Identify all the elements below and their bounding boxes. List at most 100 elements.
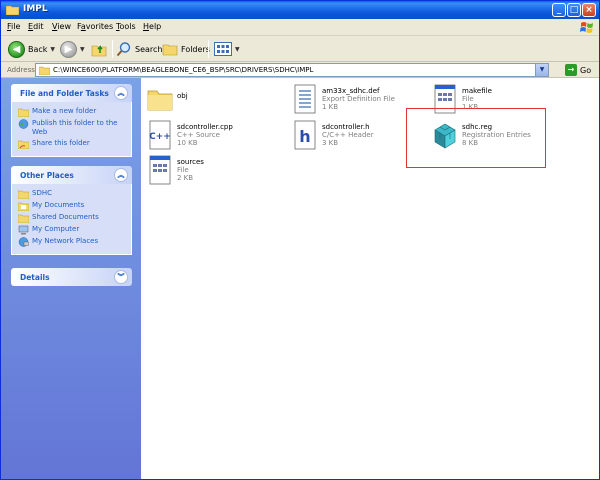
file-name: sources bbox=[177, 158, 204, 166]
explorer-window: IMPL _ □ × File Edit View Favorites Tool… bbox=[0, 0, 600, 480]
details-header[interactable]: Details ︾ bbox=[11, 268, 132, 286]
file-item-sdcontroller-cpp[interactable]: C++ sdcontroller.cpp C++ Source 10 KB bbox=[141, 117, 291, 153]
share-folder-icon bbox=[18, 140, 29, 149]
forward-button[interactable]: ▶ ▼ bbox=[60, 39, 85, 59]
go-label: Go bbox=[580, 65, 592, 75]
generic-file-icon bbox=[149, 155, 171, 185]
folders-button[interactable]: Folders bbox=[162, 39, 210, 59]
expand-icon[interactable]: ︾ bbox=[114, 270, 128, 284]
toolbar: ◀ Back ▼ ▶ ▼ Search Folders ▼ bbox=[1, 36, 599, 62]
forward-arrow-icon: ▶ bbox=[60, 40, 77, 58]
globe-icon bbox=[18, 119, 29, 129]
publish-folder-link[interactable]: Publish this folder to the Web bbox=[12, 118, 131, 138]
collapse-icon[interactable]: ︽ bbox=[114, 86, 128, 100]
back-arrow-icon: ◀ bbox=[8, 40, 25, 58]
link-label: SDHC bbox=[32, 189, 52, 197]
menu-file[interactable]: File bbox=[7, 22, 20, 31]
place-my-documents-link[interactable]: My Documents bbox=[12, 200, 131, 212]
file-size: 3 KB bbox=[322, 139, 339, 147]
menu-bar: File Edit View Favorites Tools Help bbox=[1, 19, 599, 36]
file-name: sdcontroller.cpp bbox=[177, 123, 233, 131]
place-my-computer-link[interactable]: My Computer bbox=[12, 224, 131, 236]
file-type: C++ Source bbox=[177, 131, 220, 139]
file-folder-tasks-panel: File and Folder Tasks ︽ Make a new folde… bbox=[11, 84, 132, 157]
folder-icon bbox=[39, 66, 50, 75]
file-folder-tasks-header[interactable]: File and Folder Tasks ︽ bbox=[11, 84, 132, 102]
def-file-icon bbox=[294, 84, 316, 114]
menu-favorites[interactable]: Favorites bbox=[77, 22, 113, 31]
task-pane: File and Folder Tasks ︽ Make a new folde… bbox=[1, 78, 141, 479]
folder-icon bbox=[6, 5, 19, 15]
network-places-icon bbox=[18, 237, 29, 247]
collapse-icon[interactable]: ︽ bbox=[114, 168, 128, 182]
file-name: am33x_sdhc.def bbox=[322, 87, 380, 95]
windows-flag-icon bbox=[580, 22, 593, 33]
file-list[interactable]: obj am33x_sdhc.def Export Definition Fil… bbox=[141, 78, 599, 479]
folders-icon bbox=[162, 44, 178, 56]
file-item-sources[interactable]: sources File 2 KB bbox=[141, 152, 291, 188]
menu-edit[interactable]: Edit bbox=[28, 22, 44, 31]
header-file-icon: h bbox=[294, 120, 316, 150]
folder-icon bbox=[147, 90, 173, 111]
highlight-box bbox=[406, 108, 546, 168]
panel-title: Details bbox=[20, 273, 50, 282]
make-new-folder-link[interactable]: Make a new folder bbox=[12, 106, 131, 118]
address-input[interactable]: C:\WINCE600\PLATFORM\BEAGLEBONE_CE6_BSP\… bbox=[35, 63, 549, 77]
maximize-button[interactable]: □ bbox=[567, 3, 581, 17]
link-label: Publish this folder to the Web bbox=[32, 119, 118, 136]
new-folder-icon bbox=[18, 108, 29, 117]
back-label: Back bbox=[28, 44, 48, 54]
place-shared-documents-link[interactable]: Shared Documents bbox=[12, 212, 131, 224]
minimize-button[interactable]: _ bbox=[552, 3, 566, 17]
search-icon bbox=[116, 42, 131, 57]
address-path: C:\WINCE600\PLATFORM\BEAGLEBONE_CE6_BSP\… bbox=[53, 66, 314, 74]
my-documents-icon bbox=[18, 202, 29, 211]
file-name: sdcontroller.h bbox=[322, 123, 370, 131]
link-label: Share this folder bbox=[32, 139, 90, 147]
title-bar[interactable]: IMPL _ □ × bbox=[1, 1, 599, 19]
chevron-down-icon: ▼ bbox=[50, 45, 56, 53]
file-size: 10 KB bbox=[177, 139, 198, 147]
file-type: Export Definition File bbox=[322, 95, 395, 103]
details-panel: Details ︾ bbox=[11, 268, 132, 286]
menu-view[interactable]: View bbox=[52, 22, 71, 31]
address-label: Address bbox=[7, 66, 35, 74]
go-button[interactable]: → Go bbox=[565, 64, 591, 76]
file-size: 1 KB bbox=[322, 103, 339, 111]
other-places-header[interactable]: Other Places ︽ bbox=[11, 166, 132, 184]
views-button[interactable]: ▼ bbox=[214, 39, 240, 59]
up-folder-icon bbox=[91, 45, 107, 57]
link-label: My Documents bbox=[32, 201, 85, 209]
cpp-file-icon: C++ bbox=[149, 120, 171, 150]
go-arrow-icon: → bbox=[565, 64, 577, 76]
file-type: File bbox=[177, 166, 189, 174]
file-item-obj[interactable]: obj bbox=[141, 81, 291, 117]
svg-text:C++: C++ bbox=[149, 132, 171, 142]
other-places-panel: Other Places ︽ SDHC My Documents Shared … bbox=[11, 166, 132, 255]
link-label: Shared Documents bbox=[32, 213, 99, 221]
back-button[interactable]: ◀ Back ▼ bbox=[8, 39, 55, 59]
svg-text:h: h bbox=[299, 127, 310, 146]
link-label: My Network Places bbox=[32, 237, 99, 245]
menu-tools[interactable]: Tools bbox=[116, 22, 136, 31]
close-button[interactable]: × bbox=[582, 3, 596, 17]
search-button[interactable]: Search bbox=[116, 39, 162, 59]
menu-help[interactable]: Help bbox=[143, 22, 161, 31]
search-label: Search bbox=[135, 44, 163, 54]
panel-title: File and Folder Tasks bbox=[20, 89, 109, 98]
folder-icon bbox=[18, 190, 29, 199]
place-sdhc-link[interactable]: SDHC bbox=[12, 188, 131, 200]
file-type: C/C++ Header bbox=[322, 131, 374, 139]
panel-title: Other Places bbox=[20, 171, 74, 180]
address-dropdown-button[interactable]: ▼ bbox=[535, 64, 548, 76]
chevron-down-icon: ▼ bbox=[80, 45, 85, 53]
folders-label: Folders bbox=[181, 44, 210, 54]
up-folder-button[interactable] bbox=[91, 39, 107, 59]
file-name: makefile bbox=[462, 87, 492, 95]
link-label: My Computer bbox=[32, 225, 80, 233]
my-computer-icon bbox=[18, 225, 29, 235]
window-title: IMPL bbox=[23, 4, 48, 14]
place-my-network-places-link[interactable]: My Network Places bbox=[12, 236, 131, 248]
share-folder-link[interactable]: Share this folder bbox=[12, 138, 131, 150]
link-label: Make a new folder bbox=[32, 107, 97, 115]
